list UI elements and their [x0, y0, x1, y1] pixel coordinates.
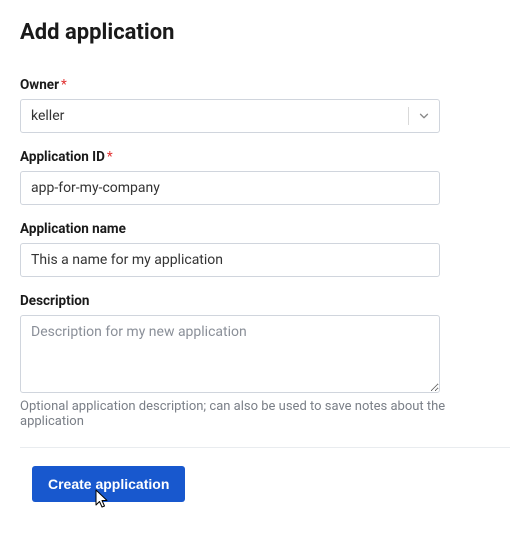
description-label-text: Description — [20, 293, 89, 309]
description-help-text: Optional application description; can al… — [20, 399, 510, 429]
app-id-label: Application ID* — [20, 149, 510, 165]
chevron-down-icon — [408, 107, 431, 125]
owner-select-value: keller — [31, 108, 64, 124]
create-application-button-label: Create application — [48, 476, 169, 492]
divider — [20, 447, 510, 448]
cursor-icon — [90, 488, 110, 515]
required-mark: * — [61, 77, 67, 93]
description-textarea[interactable] — [20, 315, 440, 393]
page-title: Add application — [20, 20, 510, 45]
owner-label-text: Owner — [20, 77, 59, 93]
owner-field: Owner* keller — [20, 77, 510, 133]
app-name-label: Application name — [20, 221, 510, 237]
app-id-input[interactable] — [20, 171, 440, 205]
app-name-input[interactable] — [20, 243, 440, 277]
owner-label: Owner* — [20, 77, 510, 93]
description-label: Description — [20, 293, 510, 309]
app-id-label-text: Application ID — [20, 149, 105, 165]
app-id-field: Application ID* — [20, 149, 510, 205]
create-application-button[interactable]: Create application — [32, 466, 185, 502]
app-name-label-text: Application name — [20, 221, 126, 237]
app-name-field: Application name — [20, 221, 510, 277]
description-field: Description Optional application descrip… — [20, 293, 510, 429]
required-mark: * — [107, 149, 113, 165]
owner-select[interactable]: keller — [20, 99, 440, 133]
